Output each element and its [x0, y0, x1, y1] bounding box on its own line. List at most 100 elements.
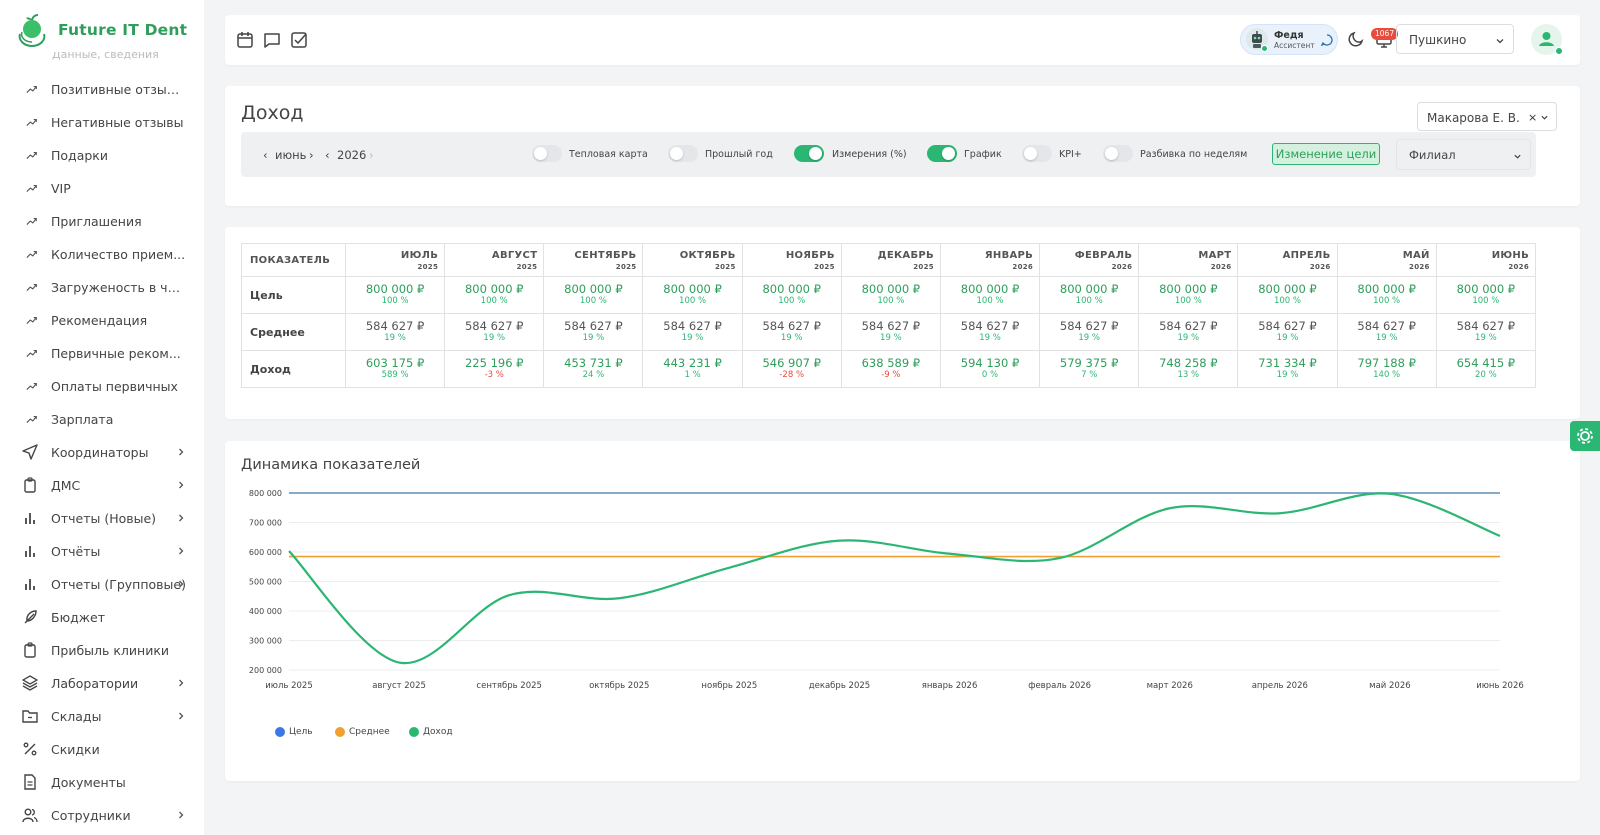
- moon-icon[interactable]: [1347, 30, 1365, 48]
- toggle-weekly-label: Разбивка по неделям: [1140, 149, 1248, 160]
- column-year: 2025: [516, 262, 538, 271]
- chevron-right-icon: [179, 448, 184, 456]
- cell-value: 584 627 ₽: [861, 319, 921, 333]
- trend-icon: [26, 86, 37, 93]
- chevron-down-icon: [1514, 154, 1521, 159]
- cell-percent: 100 %: [381, 296, 409, 306]
- sidebar-item[interactable]: Сотрудники: [0, 799, 204, 832]
- sidebar-item[interactable]: Первичные реком...: [0, 337, 204, 370]
- table-cell: 443 231 ₽1 %: [642, 350, 743, 388]
- brand-name: Future IT Dent: [58, 21, 188, 39]
- cell-percent: 19 %: [1078, 333, 1100, 343]
- table-header-indicator: ПОКАЗАТЕЛЬ: [241, 243, 346, 277]
- x-tick-label: июль 2025: [265, 681, 312, 691]
- chevron-right-icon: [179, 580, 184, 588]
- sidebar-item[interactable]: Негативные отзывы: [0, 106, 204, 139]
- sidebar-item[interactable]: ДМС: [0, 469, 204, 502]
- sidebar-item[interactable]: Лаборатории: [0, 667, 204, 700]
- table-cell: 594 130 ₽0 %: [939, 350, 1041, 388]
- sidebar-item[interactable]: Отчеты (Новые): [0, 502, 204, 535]
- cell-percent: 19 %: [1276, 333, 1299, 343]
- cell-percent: -9 %: [881, 370, 901, 380]
- cell-percent: -3 %: [484, 370, 504, 380]
- table-cell: 800 000 ₽100 %: [1435, 276, 1537, 314]
- toggle-kpi[interactable]: [1022, 145, 1052, 162]
- change-goal-button[interactable]: Изменение цели: [1272, 143, 1380, 165]
- legend-item[interactable]: Цель: [275, 727, 313, 737]
- sidebar-item[interactable]: Прибыль клиники: [0, 634, 204, 667]
- legend-item[interactable]: Доход: [409, 727, 453, 737]
- clear-icon[interactable]: ×: [1528, 111, 1537, 124]
- sidebar-item[interactable]: Отчеты (Групповые): [0, 568, 204, 601]
- cell-value: 584 627 ₽: [365, 319, 425, 333]
- sidebar-item[interactable]: Оплаты первичных: [0, 370, 204, 403]
- toggle-chart[interactable]: [927, 145, 957, 162]
- column-year: 2026: [1409, 262, 1430, 271]
- sidebar-item[interactable]: Количество прием...: [0, 238, 204, 271]
- branch-select[interactable]: Пушкино: [1396, 24, 1514, 54]
- toggle-heatmap[interactable]: [532, 145, 562, 162]
- toggle-measurements[interactable]: [794, 145, 824, 162]
- sidebar-item-label: Подарки: [51, 148, 108, 163]
- legend-marker: [275, 727, 285, 737]
- legend-item[interactable]: Среднее: [335, 727, 390, 737]
- sidebar-item[interactable]: Координаторы: [0, 436, 204, 469]
- sidebar-item[interactable]: Подарки: [0, 139, 204, 172]
- cell-value: 579 375 ₽: [1059, 356, 1119, 370]
- assistant-chip[interactable]: Федя Ассистент: [1240, 24, 1338, 55]
- brand-logo[interactable]: Future IT Dent: [14, 12, 187, 48]
- sidebar-item[interactable]: Документы: [0, 766, 204, 799]
- column-month: АПРЕЛЬ: [1282, 249, 1331, 261]
- sidebar-item[interactable]: Отчёты: [0, 535, 204, 568]
- cell-value: 800 000 ₽: [762, 282, 821, 296]
- checkbox-icon[interactable]: [290, 31, 308, 49]
- trend-icon: [26, 284, 37, 291]
- cell-value: 800 000 ₽: [663, 282, 722, 296]
- prev-year-icon[interactable]: ‹: [325, 148, 330, 162]
- sidebar-item-label: Отчеты (Групповые): [51, 577, 186, 592]
- cell-percent: 100 %: [976, 296, 1004, 306]
- sidebar-item[interactable]: Бюджет: [0, 601, 204, 634]
- table-cell: 584 627 ₽19 %: [1336, 313, 1437, 351]
- settings-gear-button[interactable]: [1570, 421, 1600, 451]
- sidebar-item[interactable]: Загруженость в ча...: [0, 271, 204, 304]
- trend-icon: [26, 119, 37, 126]
- message-icon[interactable]: [263, 31, 281, 49]
- sidebar-item-label: Зарплата: [51, 412, 114, 427]
- table-column-header: АПРЕЛЬ 2026: [1237, 243, 1338, 277]
- calendar-icon[interactable]: [236, 31, 254, 49]
- next-month-icon[interactable]: ›: [309, 148, 314, 162]
- row-label: Среднее: [241, 313, 346, 351]
- sidebar-item-label: Количество прием...: [51, 247, 186, 262]
- sidebar-item[interactable]: Приглашения: [0, 205, 204, 238]
- toggle-chart-label: График: [964, 149, 1002, 160]
- table-cell: 800 000 ₽100 %: [741, 276, 842, 314]
- next-year-icon[interactable]: ›: [369, 148, 374, 162]
- sidebar-item[interactable]: Склады: [0, 700, 204, 733]
- sidebar-item[interactable]: Скидки: [0, 733, 204, 766]
- y-tick-label: 300 000: [249, 637, 282, 646]
- table-column-header: МАРТ 2026: [1138, 243, 1239, 277]
- sidebar-item[interactable]: Позитивные отзыв...: [0, 73, 204, 106]
- cell-percent: -28 %: [779, 370, 805, 380]
- table-cell: 654 415 ₽20 %: [1435, 350, 1537, 388]
- table-cell: 584 627 ₽19 %: [1237, 313, 1338, 351]
- prev-month-icon[interactable]: ‹: [263, 148, 268, 162]
- sidebar-item[interactable]: Зарплата: [0, 403, 204, 436]
- income-table: ПОКАЗАТЕЛЬ ИЮЛЬ 2025 АВГУСТ 2025 СЕНТЯБРЬ 2025…: [241, 243, 1537, 388]
- toggle-weekly[interactable]: [1103, 145, 1133, 162]
- doctor-select[interactable]: Макарова Е. В. ×: [1417, 102, 1557, 131]
- sidebar-item[interactable]: Рекомендация: [0, 304, 204, 337]
- toggle-last-year[interactable]: [668, 145, 698, 162]
- x-tick-label: ноябрь 2025: [701, 681, 757, 691]
- sidebar-item[interactable]: VIP: [0, 172, 204, 205]
- table-cell: 584 627 ₽19 %: [1039, 313, 1140, 351]
- layers-icon: [22, 675, 38, 691]
- table-cell: 546 907 ₽ -28 %: [741, 350, 842, 388]
- filial-select[interactable]: Филиал: [1396, 139, 1531, 170]
- toggle-kpi-label: KPI+: [1059, 149, 1082, 160]
- cell-value: 800 000 ₽: [861, 282, 921, 296]
- user-avatar[interactable]: [1531, 24, 1563, 55]
- month-value: июнь: [275, 148, 307, 162]
- chevron-right-icon: [179, 811, 184, 819]
